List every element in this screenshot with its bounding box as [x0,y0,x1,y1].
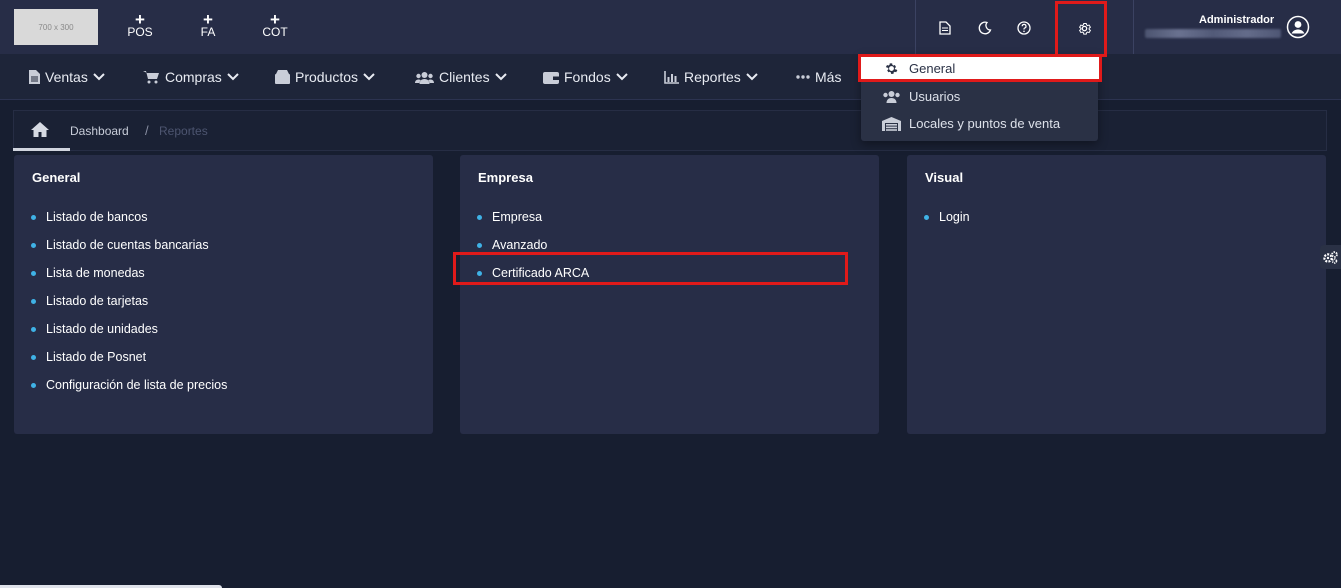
main-menu: Ventas Compras Productos Clientes Fondos… [0,54,1341,100]
avatar-icon[interactable] [1286,15,1310,39]
logo-placeholder[interactable]: 700 x 300 [14,9,98,45]
list-item[interactable]: Listado de cuentas bancarias [31,231,227,259]
bullet-icon [477,242,482,248]
menu-label: Más [815,69,842,85]
bullet-icon [31,298,36,304]
list-item[interactable]: Listado de tarjetas [31,287,227,315]
user-name: Administrador [1199,14,1275,26]
user-email-blurred [1145,29,1281,38]
menu-productos[interactable]: Productos [275,54,375,100]
bullet-icon [31,382,36,388]
menu-label: Productos [295,69,359,85]
chevron-down-icon [746,73,758,81]
users-icon [881,90,901,103]
list-item[interactable]: Listado de unidades [31,315,227,343]
link-list: Login [924,203,970,231]
dropdown-item-locales[interactable]: Locales y puntos de venta [861,110,1098,137]
link-label[interactable]: Lista de monedas [46,266,145,280]
bullet-icon [31,270,36,276]
dropdown-label: Usuarios [909,89,961,104]
list-item[interactable]: Configuración de lista de precios [31,371,227,399]
cart-icon [143,71,159,84]
list-item[interactable]: Listado de Posnet [31,343,227,371]
card-general: General Listado de bancos Listado de cue… [14,155,433,434]
chevron-down-icon [93,73,105,81]
menu-mas[interactable]: Más [796,54,841,100]
link-label[interactable]: Configuración de lista de precios [46,378,227,392]
bullet-icon [31,326,36,332]
list-item[interactable]: Login [924,203,970,231]
document-icon[interactable] [936,19,954,37]
dots-icon [796,75,810,79]
card-title: Visual [925,170,964,185]
dropdown-item-usuarios[interactable]: Usuarios [861,83,1098,110]
gears-icon [1323,250,1338,264]
logo-text: 700 x 300 [38,22,74,32]
link-label[interactable]: Listado de bancos [46,210,147,224]
menu-label: Fondos [564,69,611,85]
list-item[interactable]: Lista de monedas [31,259,227,287]
link-list: Listado de bancos Listado de cuentas ban… [31,203,227,399]
highlight-certificado-arca [453,252,848,285]
chevron-down-icon [494,73,507,81]
highlight-general-item [858,54,1102,82]
moon-icon[interactable] [976,19,994,37]
menu-ventas[interactable]: Ventas [29,54,105,100]
quick-fa-label: FA [200,25,216,39]
bullet-icon [31,214,36,220]
divider [1133,0,1134,54]
menu-label: Clientes [439,69,490,85]
link-label[interactable]: Listado de tarjetas [46,294,148,308]
home-icon[interactable] [30,121,50,143]
chevron-down-icon [363,73,375,81]
list-item[interactable]: Listado de bancos [31,203,227,231]
settings-panel-toggle[interactable] [1320,245,1341,269]
file-icon [29,70,40,84]
quick-pos-label: POS [127,25,153,39]
menu-compras[interactable]: Compras [143,54,239,100]
quick-pos-button[interactable]: + POS [120,11,160,39]
link-label[interactable]: Avanzado [492,238,547,252]
chevron-down-icon [227,73,239,81]
bullet-icon [31,354,36,360]
breadcrumb-separator: / [145,123,149,138]
menu-fondos[interactable]: Fondos [543,54,628,100]
card-visual: Visual Login [907,155,1326,434]
breadcrumb [13,110,1327,151]
chart-icon [664,70,679,84]
wallet-icon [543,71,559,84]
users-icon [415,71,434,84]
menu-clientes[interactable]: Clientes [415,54,507,100]
bullet-icon [31,242,36,248]
menu-label: Reportes [684,69,741,85]
home-tab-indicator [13,148,70,151]
highlight-gear-button [1055,1,1107,57]
box-icon [275,70,290,84]
card-empresa: Empresa Empresa Avanzado Certificado ARC… [460,155,879,434]
menu-label: Ventas [45,69,88,85]
divider [915,0,916,54]
top-bar: 700 x 300 + POS + FA + COT Administrador [0,0,1341,54]
quick-cot-button[interactable]: + COT [255,11,295,39]
link-label[interactable]: Listado de Posnet [46,350,146,364]
bullet-icon [477,214,482,220]
menu-reportes[interactable]: Reportes [664,54,758,100]
breadcrumb-reportes: Reportes [159,124,208,138]
card-title: General [32,170,81,185]
quick-fa-button[interactable]: + FA [188,11,228,39]
card-title: Empresa [478,170,533,185]
chevron-down-icon [615,73,628,81]
bullet-icon [924,214,929,220]
breadcrumb-dashboard[interactable]: Dashboard [70,124,129,138]
list-item[interactable]: Empresa [477,203,589,231]
link-label[interactable]: Listado de cuentas bancarias [46,238,209,252]
link-label[interactable]: Empresa [492,210,542,224]
menu-label: Compras [165,69,222,85]
quick-cot-label: COT [262,25,288,39]
help-icon[interactable] [1015,19,1033,37]
link-label[interactable]: Listado de unidades [46,322,158,336]
warehouse-icon [881,116,901,131]
dropdown-label: Locales y puntos de venta [909,116,1061,131]
link-label[interactable]: Login [939,210,970,224]
